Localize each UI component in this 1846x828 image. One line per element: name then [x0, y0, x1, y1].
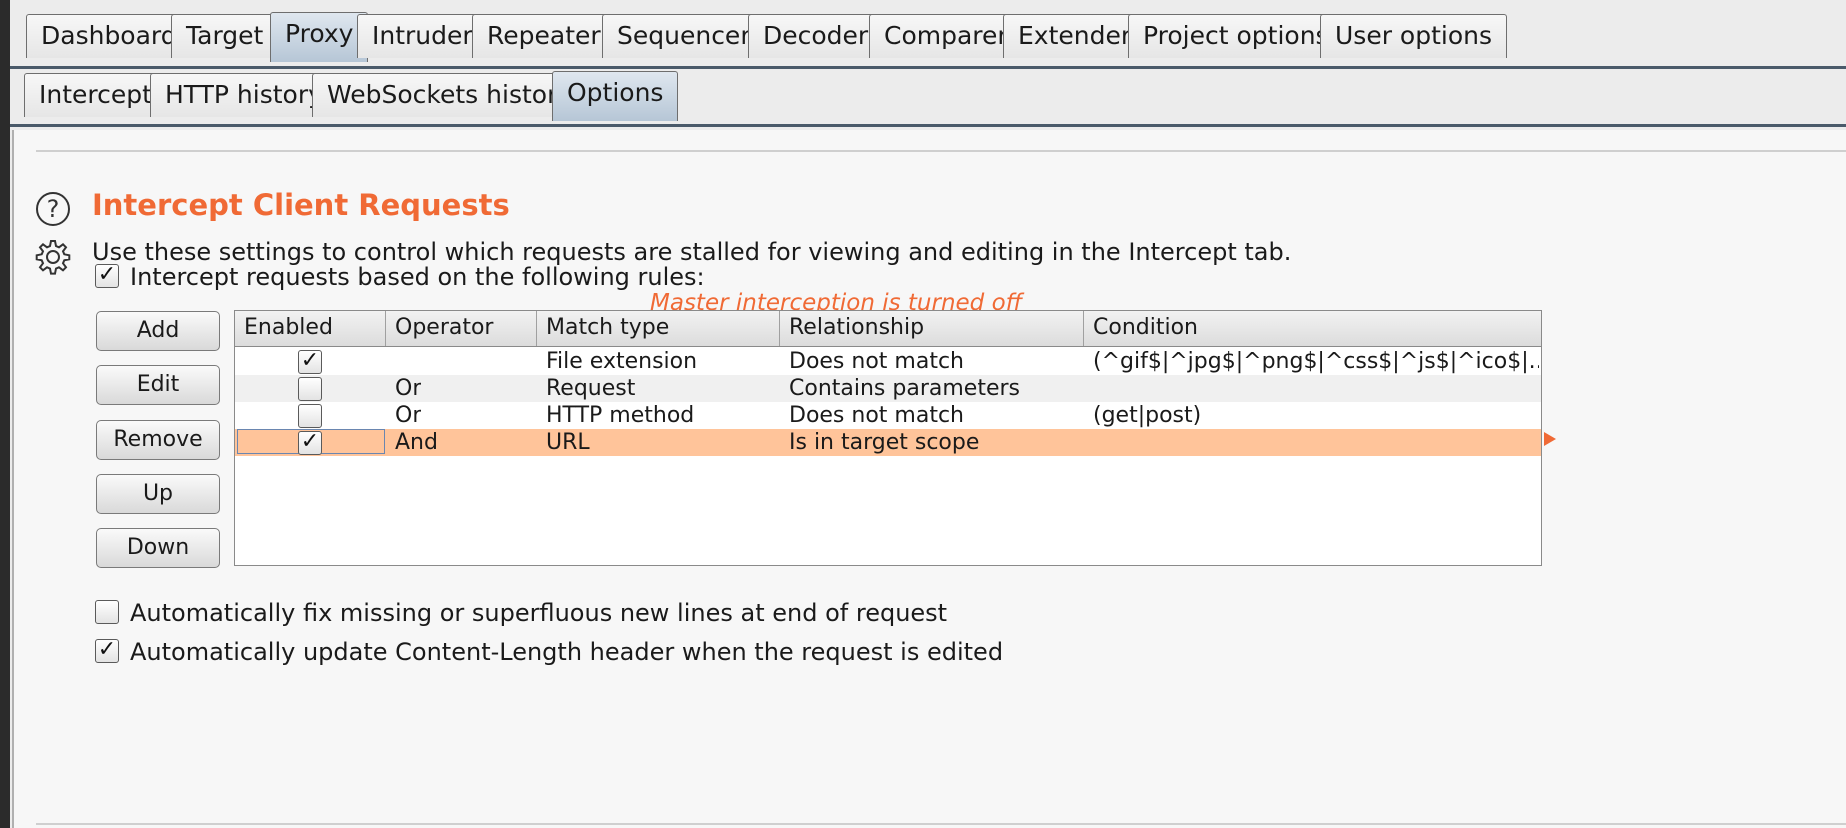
divider — [36, 823, 1846, 825]
tab-extender[interactable]: Extender — [1003, 14, 1147, 58]
condition-cell: (get|post) — [1093, 403, 1202, 428]
condition-cell — [1093, 429, 1539, 456]
tab-user-options[interactable]: User options — [1320, 14, 1508, 58]
intercept-rules-table: Enabled Operator Match type Relationship… — [234, 310, 1542, 566]
section-description: Use these settings to control which requ… — [92, 238, 1292, 266]
relationship-cell: Does not match — [789, 403, 964, 428]
tab-http-history[interactable]: HTTP history — [150, 73, 338, 117]
update-content-length-checkbox[interactable]: ✓ — [95, 639, 119, 663]
tab-intercept[interactable]: Intercept — [24, 73, 167, 117]
tab-decoder[interactable]: Decoder — [748, 14, 884, 58]
tab-comparer[interactable]: Comparer — [869, 14, 1023, 58]
divider — [36, 150, 1846, 152]
down-button[interactable]: Down — [96, 528, 220, 568]
column-condition[interactable]: Condition — [1084, 311, 1541, 346]
remove-button[interactable]: Remove — [96, 420, 220, 460]
table-row-selected[interactable]: ✓ And URL Is in target scope — [235, 429, 1541, 456]
operator-cell: Or — [395, 376, 422, 401]
condition-cell: (^gif$|^jpg$|^png$|^css$|^js$|^ico$|... — [1093, 349, 1539, 374]
enabled-checkbox[interactable]: ✓ — [298, 431, 322, 455]
column-enabled[interactable]: Enabled — [235, 311, 386, 346]
checkmark-icon: ✓ — [300, 429, 320, 454]
tab-proxy[interactable]: Proxy — [270, 12, 369, 62]
relationship-cell: Contains parameters — [789, 376, 1020, 401]
table-header: Enabled Operator Match type Relationship… — [235, 311, 1541, 347]
options-panel: ? Intercept Client Requests Use these se… — [12, 130, 1846, 828]
checkmark-icon: ✓ — [97, 637, 117, 662]
operator-cell: And — [395, 430, 438, 455]
checkmark-icon: ✓ — [97, 262, 117, 287]
gear-icon[interactable] — [34, 238, 72, 276]
intercept-rules-checkbox[interactable]: ✓ — [95, 264, 119, 288]
relationship-cell: Is in target scope — [789, 430, 980, 455]
add-button[interactable]: Add — [96, 311, 220, 351]
update-content-length-label: Automatically update Content-Length head… — [130, 638, 1004, 666]
tab-project-options[interactable]: Project options — [1128, 14, 1344, 58]
column-operator[interactable]: Operator — [386, 311, 537, 346]
tab-dashboard[interactable]: Dashboard — [26, 14, 192, 58]
match-type-cell: File extension — [546, 349, 698, 374]
fix-newlines-label: Automatically fix missing or superfluous… — [130, 599, 948, 627]
up-button[interactable]: Up — [96, 474, 220, 514]
tab-options[interactable]: Options — [552, 71, 679, 121]
tab-repeater[interactable]: Repeater — [472, 14, 616, 58]
proxy-sub-tab-bar: Intercept HTTP history WebSockets histor… — [10, 69, 1846, 127]
enabled-checkbox[interactable] — [298, 404, 322, 428]
checkmark-icon: ✓ — [300, 348, 320, 373]
main-tab-bar: Dashboard Target Proxy Intruder Repeater… — [10, 0, 1846, 69]
table-row[interactable]: Or HTTP method Does not match (get|post) — [235, 402, 1541, 429]
operator-cell: Or — [395, 403, 422, 428]
enabled-checkbox[interactable] — [298, 377, 322, 401]
column-relationship[interactable]: Relationship — [780, 311, 1084, 346]
condition-cell — [1093, 375, 1539, 402]
tab-target[interactable]: Target — [171, 14, 279, 58]
row-pointer-arrow-icon — [1544, 432, 1556, 446]
table-row[interactable]: ✓ File extension Does not match (^gif$|^… — [235, 348, 1541, 375]
help-icon[interactable]: ? — [36, 192, 70, 226]
fix-newlines-checkbox[interactable] — [95, 600, 119, 624]
section-title: Intercept Client Requests — [92, 188, 510, 222]
burp-window: Dashboard Target Proxy Intruder Repeater… — [10, 0, 1846, 828]
relationship-cell: Does not match — [789, 349, 964, 374]
match-type-cell: HTTP method — [546, 403, 695, 428]
enabled-checkbox[interactable]: ✓ — [298, 350, 322, 374]
intercept-rules-label: Intercept requests based on the followin… — [130, 263, 705, 291]
column-match-type[interactable]: Match type — [537, 311, 780, 346]
match-type-cell: URL — [546, 430, 590, 455]
tab-intruder[interactable]: Intruder — [357, 14, 488, 58]
match-type-cell: Request — [546, 376, 636, 401]
tab-websockets-history[interactable]: WebSockets history — [312, 73, 588, 117]
table-row[interactable]: Or Request Contains parameters — [235, 375, 1541, 402]
edit-button[interactable]: Edit — [96, 365, 220, 405]
tab-sequencer[interactable]: Sequencer — [602, 14, 766, 58]
